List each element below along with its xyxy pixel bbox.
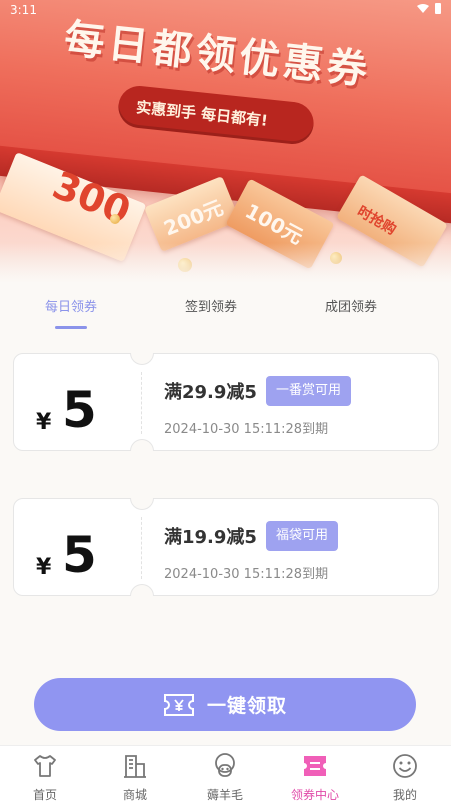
currency-symbol: ¥ [36, 555, 52, 580]
coupon-scope-tag: 一番赏可用 [266, 376, 352, 406]
coupon-tabs: 每日领券 签到领券 成团领券 [0, 296, 451, 332]
status-bar: 3:11 [0, 0, 451, 22]
coupon-notch [130, 439, 154, 451]
claim-all-label: 一键领取 [206, 695, 287, 717]
nav-item-mall[interactable]: 商城 [95, 750, 175, 803]
coupon-card[interactable]: ¥ 5 满19.9减5 福袋可用 2024-10-30 15:11:28到期 [13, 498, 439, 596]
coupon-divider [141, 517, 142, 579]
nav-label: 我的 [392, 788, 417, 802]
bottom-nav: 首页 商城 薅羊毛 领券中心 我的 [0, 745, 451, 803]
coupon-notch [130, 353, 154, 365]
tab-group-coupons[interactable]: 成团领券 [296, 296, 406, 315]
nav-item-home[interactable]: 首页 [5, 750, 85, 803]
yen-ticket-icon [163, 693, 194, 716]
coin-graphic [110, 214, 120, 224]
wifi-icon [417, 3, 429, 13]
coupon-notch [130, 584, 154, 596]
coupon-divider [141, 372, 142, 434]
home-shirt-icon [34, 755, 56, 777]
status-icons [417, 3, 441, 14]
coupon-amount: 5 [62, 526, 97, 584]
claim-all-button[interactable]: 一键领取 [34, 678, 416, 731]
coupon-amount: 5 [62, 381, 97, 439]
building-icon [124, 755, 146, 778]
currency-symbol: ¥ [36, 410, 52, 435]
tab-signin-coupons[interactable]: 签到领券 [156, 296, 266, 315]
coupon-card[interactable]: ¥ 5 满29.9减5 一番赏可用 2024-10-30 15:11:28到期 [13, 353, 439, 451]
battery-icon [435, 3, 441, 14]
tab-daily-coupons[interactable]: 每日领券 [16, 296, 126, 315]
coupon-notch [130, 498, 154, 510]
status-time: 3:11 [10, 3, 37, 17]
smiley-icon [393, 754, 417, 778]
coupon-expiry: 2024-10-30 15:11:28到期 [164, 422, 329, 437]
coupon-expiry: 2024-10-30 15:11:28到期 [164, 567, 329, 582]
nav-label: 领券中心 [290, 788, 339, 802]
sheep-icon [215, 753, 235, 777]
promo-banner: 300 200元 100元 时抢购 每日都领优惠券 实惠到手 每日都有! [0, 0, 451, 283]
nav-item-me[interactable]: 我的 [365, 750, 445, 803]
coupon-icon [304, 756, 326, 776]
nav-item-sheep[interactable]: 薅羊毛 [185, 750, 265, 803]
nav-label: 商城 [122, 788, 147, 802]
nav-label: 薅羊毛 [206, 788, 243, 802]
nav-item-coupon-center[interactable]: 领券中心 [275, 750, 355, 803]
active-tab-indicator [55, 326, 87, 329]
coupon-condition: 满19.9减5 [164, 527, 257, 548]
nav-label: 首页 [32, 788, 57, 802]
banner-fade [0, 243, 451, 283]
coupon-condition: 满29.9减5 [164, 382, 257, 403]
coupon-scope-tag: 福袋可用 [266, 521, 339, 551]
